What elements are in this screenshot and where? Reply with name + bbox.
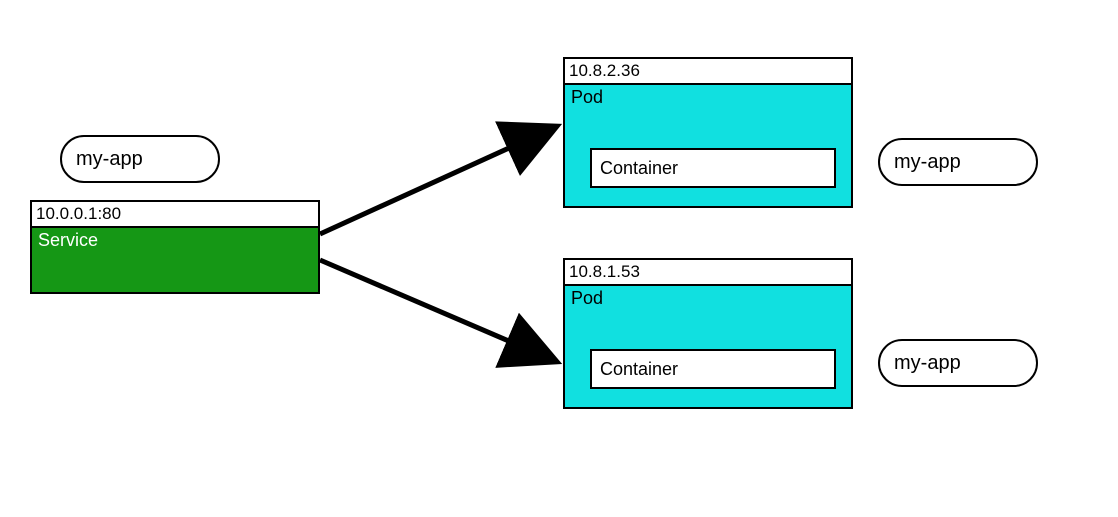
pod1-container-label: Container <box>600 158 678 179</box>
service-title: Service <box>38 230 98 250</box>
pod2-title: Pod <box>571 288 603 308</box>
diagram-canvas: my-app 10.0.0.1:80 Service 10.8.2.36 Pod… <box>0 0 1118 517</box>
pod2-ip-box: 10.8.1.53 <box>563 258 853 286</box>
service-body: Service <box>30 226 320 294</box>
service-ip-text: 10.0.0.1:80 <box>36 204 121 224</box>
pod1-title: Pod <box>571 87 603 107</box>
pod1-app-pill: my-app <box>878 138 1038 186</box>
pod2-container-label: Container <box>600 359 678 380</box>
pod1-ip-box: 10.8.2.36 <box>563 57 853 85</box>
service-label-text: my-app <box>76 148 143 171</box>
pod1-app-pill-text: my-app <box>894 151 961 174</box>
pod1-ip-text: 10.8.2.36 <box>569 61 640 81</box>
service-label-pill: my-app <box>60 135 220 183</box>
service-ip-box: 10.0.0.1:80 <box>30 200 320 228</box>
pod1-container-box: Container <box>590 148 836 188</box>
pod2-body: Pod <box>563 284 853 409</box>
pod2-ip-text: 10.8.1.53 <box>569 262 640 282</box>
pod2-app-pill: my-app <box>878 339 1038 387</box>
pod2-app-pill-text: my-app <box>894 352 961 375</box>
pod2-container-box: Container <box>590 349 836 389</box>
pod1-body: Pod <box>563 83 853 208</box>
